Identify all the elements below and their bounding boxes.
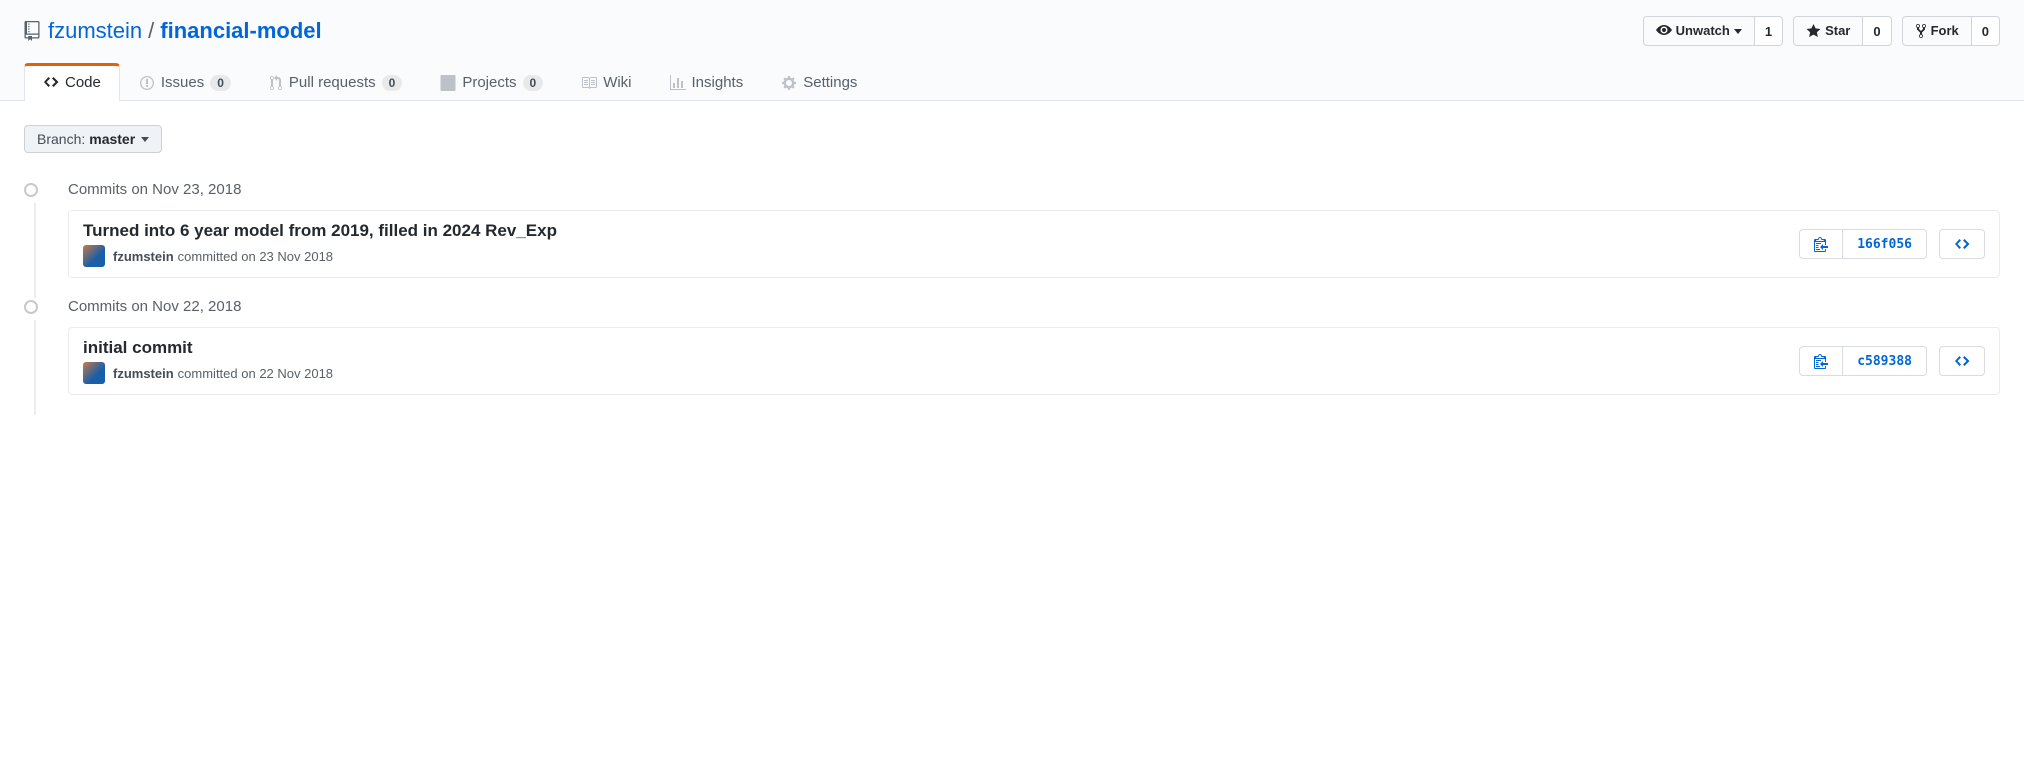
commit-actions: 166f056: [1799, 229, 1985, 259]
tab-wiki[interactable]: Wiki: [562, 63, 650, 101]
fork-button[interactable]: Fork: [1902, 16, 1972, 46]
avatar[interactable]: [83, 245, 105, 267]
commit-row: Turned into 6 year model from 2019, fill…: [68, 210, 2000, 278]
browse-code-button[interactable]: [1939, 346, 1985, 376]
caret-down-icon: [1734, 29, 1742, 34]
fork-group: Fork 0: [1902, 16, 2000, 46]
repo-title: fzumstein / financial-model: [24, 18, 322, 44]
commit-group-date: Commits on Nov 22, 2018: [68, 298, 241, 315]
watch-group: Unwatch 1: [1643, 16, 1783, 46]
fork-count[interactable]: 0: [1972, 16, 2000, 46]
avatar[interactable]: [83, 362, 105, 384]
copy-sha-button[interactable]: [1799, 346, 1843, 376]
commit-actions: c589388: [1799, 346, 1985, 376]
star-label: Star: [1825, 21, 1850, 41]
issue-icon: [139, 75, 155, 91]
repo-name-link[interactable]: financial-model: [160, 18, 321, 44]
graph-icon: [670, 75, 686, 91]
tab-projects-label: Projects: [462, 74, 516, 91]
tab-settings[interactable]: Settings: [762, 63, 876, 101]
repo-header: fzumstein / financial-model Unwatch 1 St…: [0, 0, 2024, 101]
star-count[interactable]: 0: [1863, 16, 1891, 46]
commit-time: committed on 23 Nov 2018: [178, 249, 333, 264]
commit-author-link[interactable]: fzumstein: [113, 249, 174, 264]
timeline-dot-icon: [24, 300, 38, 314]
gear-icon: [781, 75, 797, 91]
watch-count[interactable]: 1: [1755, 16, 1783, 46]
tab-settings-label: Settings: [803, 74, 857, 91]
commit-time: committed on 22 Nov 2018: [178, 366, 333, 381]
page-actions: Unwatch 1 Star 0 Fork 0: [1643, 16, 2000, 46]
tab-issues-label: Issues: [161, 74, 204, 91]
commit-sha-link[interactable]: c589388: [1843, 346, 1927, 376]
tab-projects[interactable]: Projects 0: [421, 63, 562, 101]
commit-group-title: Commits on Nov 22, 2018: [68, 298, 2000, 315]
tab-issues[interactable]: Issues 0: [120, 63, 250, 101]
commit-message-link[interactable]: initial commit: [83, 338, 333, 358]
eye-icon: [1656, 23, 1672, 39]
repo-nav: Code Issues 0 Pull requests 0 Projects 0…: [24, 62, 2000, 100]
commit-meta: fzumstein committed on 23 Nov 2018: [83, 245, 557, 267]
commit-author-link[interactable]: fzumstein: [113, 366, 174, 381]
fork-label: Fork: [1931, 21, 1959, 41]
project-icon: [440, 75, 456, 91]
commit-message-link[interactable]: Turned into 6 year model from 2019, fill…: [83, 221, 557, 241]
commit-group-date: Commits on Nov 23, 2018: [68, 181, 241, 198]
tab-insights-label: Insights: [692, 74, 744, 91]
issues-count: 0: [210, 75, 231, 91]
main-content: Branch: master Commits on Nov 23, 2018 T…: [0, 101, 2024, 439]
branch-select-button[interactable]: Branch: master: [24, 125, 162, 153]
book-icon: [581, 75, 597, 91]
code-icon: [1954, 236, 1970, 252]
branch-value: master: [89, 131, 135, 147]
commit-meta: fzumstein committed on 22 Nov 2018: [83, 362, 333, 384]
timeline-dot-icon: [24, 183, 38, 197]
tab-pulls[interactable]: Pull requests 0: [250, 63, 421, 101]
repo-head-row: fzumstein / financial-model Unwatch 1 St…: [24, 16, 2000, 46]
copy-sha-button[interactable]: [1799, 229, 1843, 259]
commit-group: Commits on Nov 23, 2018 Turned into 6 ye…: [24, 181, 2000, 298]
unwatch-label: Unwatch: [1676, 21, 1730, 41]
repo-separator: /: [148, 18, 154, 44]
pull-request-icon: [269, 75, 283, 91]
sha-group: 166f056: [1799, 229, 1927, 259]
clipboard-icon: [1814, 353, 1828, 369]
tab-pulls-label: Pull requests: [289, 74, 376, 91]
tab-code-label: Code: [65, 74, 101, 91]
pulls-count: 0: [382, 75, 403, 91]
clipboard-icon: [1814, 236, 1828, 252]
star-group: Star 0: [1793, 16, 1892, 46]
caret-down-icon: [141, 137, 149, 142]
commit-sha-link[interactable]: 166f056: [1843, 229, 1927, 259]
commits-listing: Commits on Nov 23, 2018 Turned into 6 ye…: [24, 181, 2000, 415]
commit-info: initial commit fzumstein committed on 22…: [83, 338, 333, 384]
star-button[interactable]: Star: [1793, 16, 1863, 46]
fork-icon: [1915, 23, 1927, 39]
branch-label: Branch:: [37, 131, 85, 147]
tab-wiki-label: Wiki: [603, 74, 631, 91]
sha-group: c589388: [1799, 346, 1927, 376]
code-icon: [1954, 353, 1970, 369]
star-icon: [1806, 23, 1821, 39]
code-icon: [43, 74, 59, 90]
browse-code-button[interactable]: [1939, 229, 1985, 259]
projects-count: 0: [523, 75, 544, 91]
unwatch-button[interactable]: Unwatch: [1643, 16, 1755, 46]
tab-code[interactable]: Code: [24, 63, 120, 101]
commit-row: initial commit fzumstein committed on 22…: [68, 327, 2000, 395]
commit-group-title: Commits on Nov 23, 2018: [68, 181, 2000, 198]
repo-owner-link[interactable]: fzumstein: [48, 18, 142, 44]
repo-icon: [24, 21, 40, 41]
commit-info: Turned into 6 year model from 2019, fill…: [83, 221, 557, 267]
tab-insights[interactable]: Insights: [651, 63, 763, 101]
commit-group: Commits on Nov 22, 2018 initial commit f…: [24, 298, 2000, 415]
